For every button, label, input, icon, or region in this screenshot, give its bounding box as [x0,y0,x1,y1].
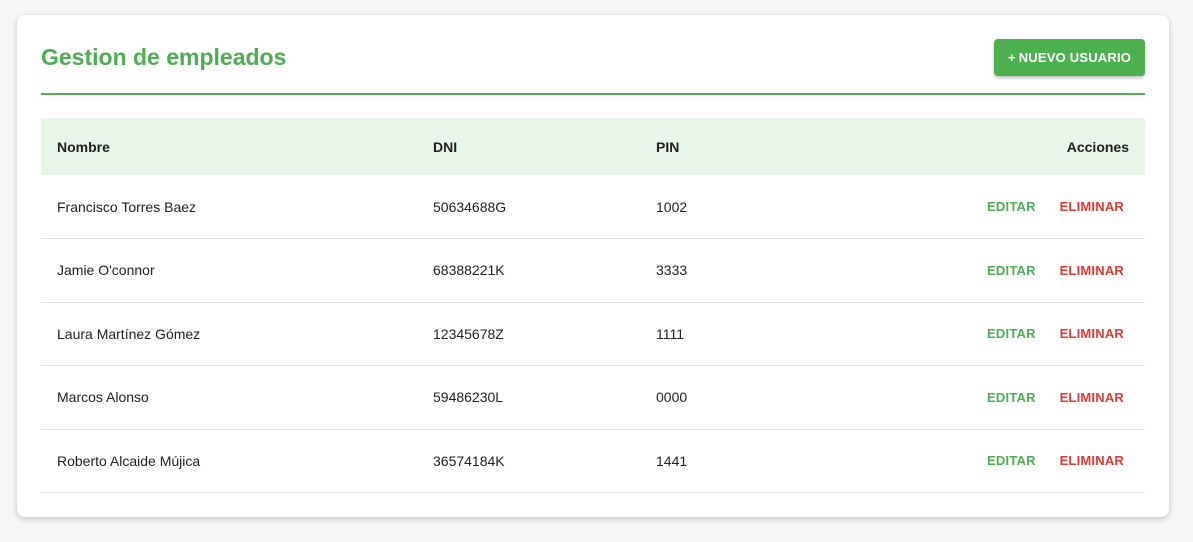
delete-button[interactable]: ELIMINAR [1055,259,1129,282]
cell-actions: EDITAR ELIMINAR [956,239,1145,303]
table-row: Jamie O'connor 68388221K 3333 EDITAR ELI… [41,239,1145,303]
cell-pin: 1002 [656,198,688,215]
table-header-row: Nombre DNI PIN Acciones [41,118,1145,175]
cell-nombre: Marcos Alonso [57,389,149,406]
cell-dni: 68388221K [433,262,505,279]
cell-dni: 59486230L [433,389,504,406]
new-user-label: NUEVO USUARIO [1018,50,1132,65]
edit-button[interactable]: EDITAR [982,449,1041,472]
delete-button[interactable]: ELIMINAR [1055,322,1129,345]
edit-button[interactable]: EDITAR [982,386,1041,409]
column-header-pin: PIN [656,138,680,155]
cell-dni: 12345678Z [433,325,504,342]
new-user-button[interactable]: + NUEVO USUARIO [994,39,1145,76]
plus-icon: + [1007,50,1016,65]
column-header-acciones: Acciones [1066,138,1129,155]
column-header-dni: DNI [433,138,458,155]
cell-nombre: Francisco Torres Baez [57,198,197,215]
edit-button[interactable]: EDITAR [982,195,1041,218]
delete-button[interactable]: ELIMINAR [1055,449,1129,472]
cell-actions: EDITAR ELIMINAR [956,302,1145,366]
edit-button[interactable]: EDITAR [982,259,1041,282]
cell-nombre: Jamie O'connor [57,262,155,279]
cell-dni: 36574184K [433,452,505,469]
employees-table: Nombre DNI PIN Acciones Francisco Torres… [41,118,1145,493]
table-row: Roberto Alcaide Mújica 36574184K 1441 ED… [41,429,1145,493]
delete-button[interactable]: ELIMINAR [1055,386,1129,409]
cell-dni: 50634688G [433,198,507,215]
delete-button[interactable]: ELIMINAR [1055,195,1129,218]
cell-pin: 1111 [656,325,685,342]
edit-button[interactable]: EDITAR [982,322,1041,345]
table-row: Marcos Alonso 59486230L 0000 EDITAR ELIM… [41,366,1145,430]
table-row: Laura Martínez Gómez 12345678Z 1111 EDIT… [41,302,1145,366]
cell-nombre: Roberto Alcaide Mújica [57,452,201,469]
employees-card: Gestion de empleados + NUEVO USUARIO Nom… [17,15,1169,517]
card-header: Gestion de empleados + NUEVO USUARIO [41,37,1145,95]
cell-pin: 0000 [656,389,688,406]
column-header-nombre: Nombre [57,138,110,155]
cell-pin: 3333 [656,262,688,279]
cell-actions: EDITAR ELIMINAR [956,175,1145,239]
cell-actions: EDITAR ELIMINAR [956,366,1145,430]
cell-actions: EDITAR ELIMINAR [956,429,1145,493]
cell-pin: 1441 [656,452,688,469]
page-title: Gestion de empleados [41,44,287,70]
cell-nombre: Laura Martínez Gómez [57,325,201,342]
table-row: Francisco Torres Baez 50634688G 1002 EDI… [41,175,1145,239]
